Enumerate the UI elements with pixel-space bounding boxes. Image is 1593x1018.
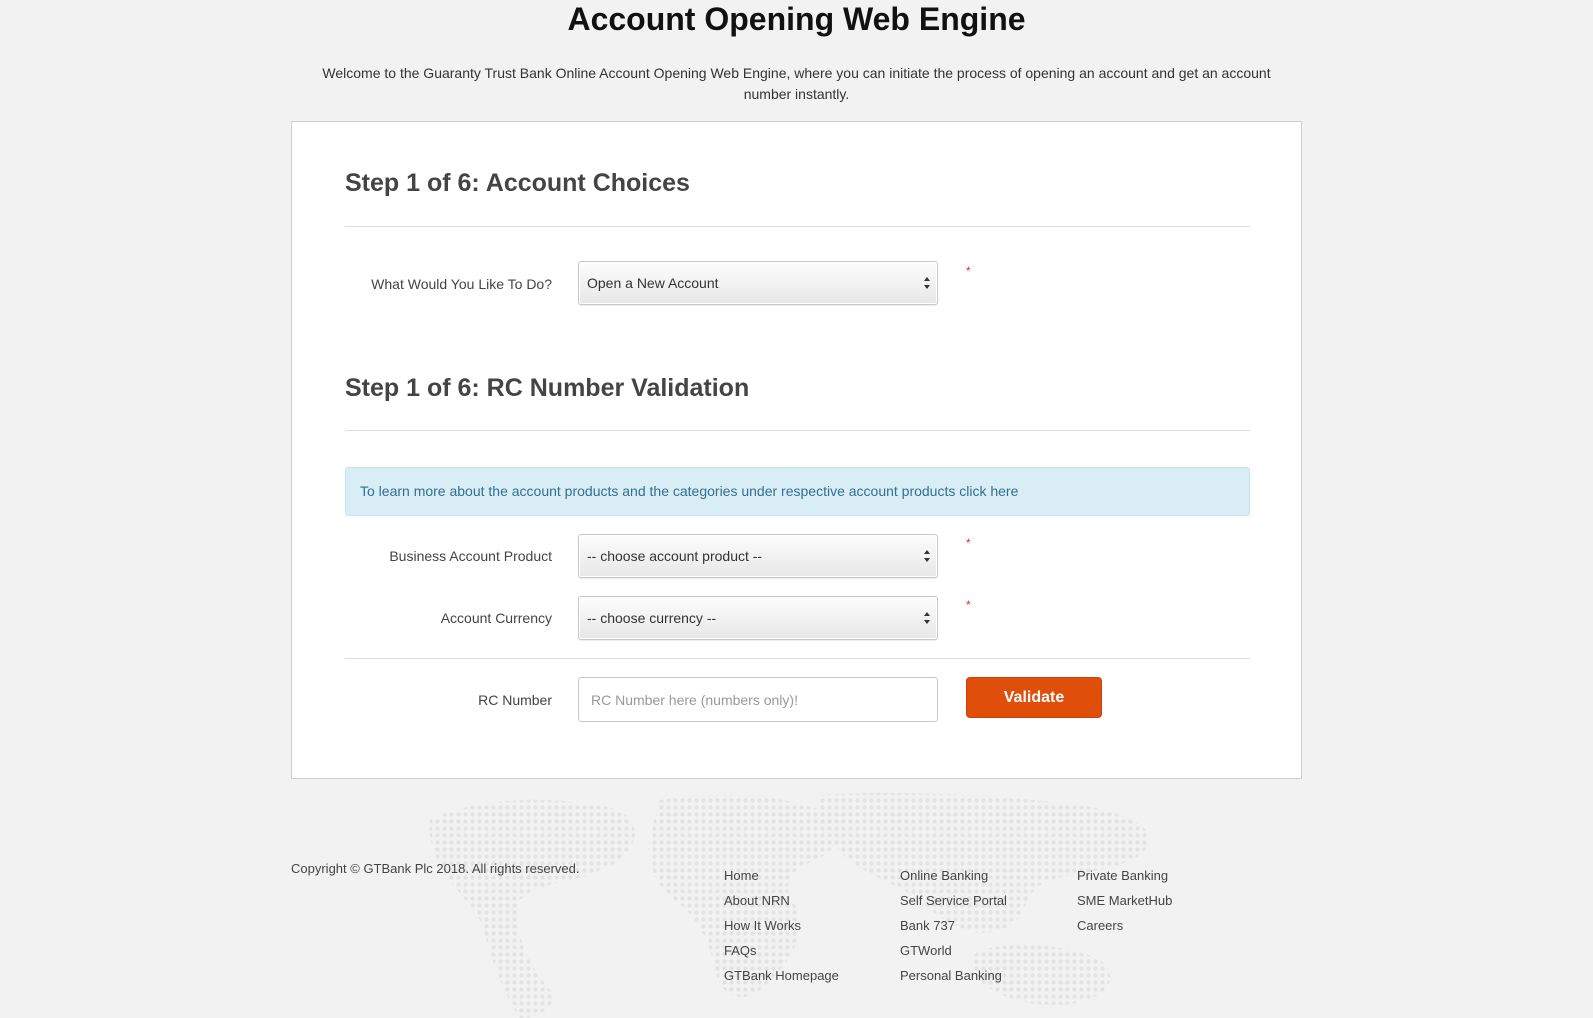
footer-links-column-3: Private Banking SME MarketHub Careers — [1077, 863, 1172, 938]
rc-number-input[interactable] — [578, 677, 938, 722]
info-alert-text[interactable]: To learn more about the account products… — [360, 483, 1018, 499]
validate-button[interactable]: Validate — [966, 677, 1102, 718]
select-arrows-icon — [924, 277, 930, 289]
info-alert[interactable]: To learn more about the account products… — [345, 467, 1250, 516]
page-title: Account Opening Web Engine — [567, 1, 1026, 37]
action-label: What Would You Like To Do? — [371, 276, 552, 292]
footer-link-self-service-portal[interactable]: Self Service Portal — [900, 888, 1007, 913]
step-account-choices-title: Step 1 of 6: Account Choices — [345, 169, 690, 197]
required-marker: * — [966, 598, 971, 612]
footer-link-online-banking[interactable]: Online Banking — [900, 863, 1007, 888]
product-select-value: -- choose account product -- — [587, 548, 763, 564]
currency-label: Account Currency — [440, 610, 552, 626]
currency-select-value: -- choose currency -- — [587, 610, 717, 626]
action-select[interactable]: Open a New Account — [578, 261, 938, 305]
divider — [345, 226, 1250, 227]
required-marker: * — [966, 536, 971, 550]
rc-number-label: RC Number — [478, 692, 552, 708]
footer-link-careers[interactable]: Careers — [1077, 913, 1172, 938]
footer-link-faqs[interactable]: FAQs — [724, 938, 839, 963]
select-arrows-icon — [924, 550, 930, 562]
product-label: Business Account Product — [389, 548, 552, 564]
footer-link-personal-banking[interactable]: Personal Banking — [900, 963, 1007, 988]
footer-link-home[interactable]: Home — [724, 863, 839, 888]
footer-link-private-banking[interactable]: Private Banking — [1077, 863, 1172, 888]
required-marker: * — [966, 264, 971, 278]
footer-link-gtworld[interactable]: GTWorld — [900, 938, 1007, 963]
intro-text: Welcome to the Guaranty Trust Bank Onlin… — [322, 65, 1271, 102]
action-select-value: Open a New Account — [587, 275, 719, 291]
footer-links-column-2: Online Banking Self Service Portal Bank … — [900, 863, 1007, 988]
copyright-text: Copyright © GTBank Plc 2018. All rights … — [291, 861, 580, 876]
footer-link-sme-markethub[interactable]: SME MarketHub — [1077, 888, 1172, 913]
step-rc-validation-title: Step 1 of 6: RC Number Validation — [345, 374, 750, 402]
select-arrows-icon — [924, 612, 930, 624]
product-select[interactable]: -- choose account product -- — [578, 534, 938, 578]
footer-link-how-it-works[interactable]: How It Works — [724, 913, 839, 938]
footer-link-bank-737[interactable]: Bank 737 — [900, 913, 1007, 938]
footer-link-about-nrn[interactable]: About NRN — [724, 888, 839, 913]
divider — [345, 658, 1250, 659]
divider — [345, 430, 1250, 431]
footer-link-gtbank-homepage[interactable]: GTBank Homepage — [724, 963, 839, 988]
currency-select[interactable]: -- choose currency -- — [578, 596, 938, 640]
footer-links-column-1: Home About NRN How It Works FAQs GTBank … — [724, 863, 839, 988]
